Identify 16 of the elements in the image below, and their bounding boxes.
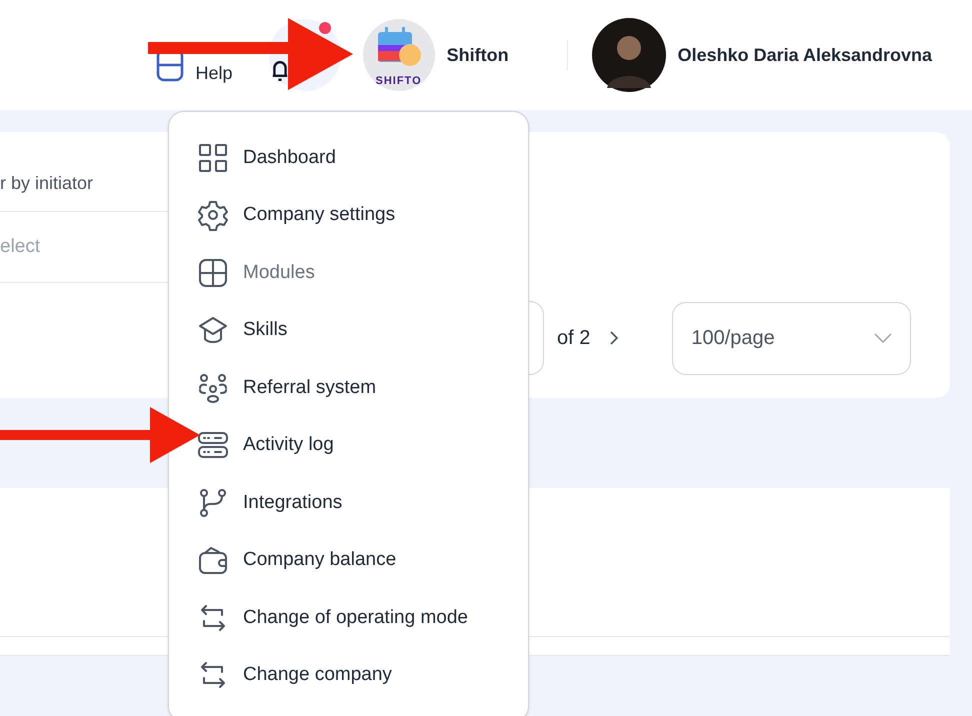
menu-item[interactable]: Change of operating mode	[197, 589, 500, 646]
menu-item[interactable]: Company settings	[197, 186, 500, 244]
menu-item[interactable]: Change company	[197, 646, 500, 704]
select-field[interactable]: elect	[0, 232, 200, 262]
logo-text: SHIFTO	[376, 76, 422, 87]
menu-item[interactable]: Company balance	[197, 532, 500, 589]
menu-item[interactable]: Integrations	[197, 474, 500, 532]
user-menu[interactable]: Oleshko Daria Aleksandrovna	[592, 18, 932, 92]
menu-item[interactable]: Referral system	[197, 359, 500, 416]
page-size-select[interactable]: 100/page	[672, 302, 912, 374]
filter-label: r by initiator	[0, 172, 94, 195]
menu-item[interactable]: Activity log	[197, 416, 500, 474]
page-count: of 2	[557, 326, 590, 351]
menu-item[interactable]: Skills	[197, 302, 500, 359]
company-switcher[interactable]: SHIFTO Shifton	[362, 19, 509, 91]
menu-item[interactable]: Dashboard	[197, 129, 500, 186]
